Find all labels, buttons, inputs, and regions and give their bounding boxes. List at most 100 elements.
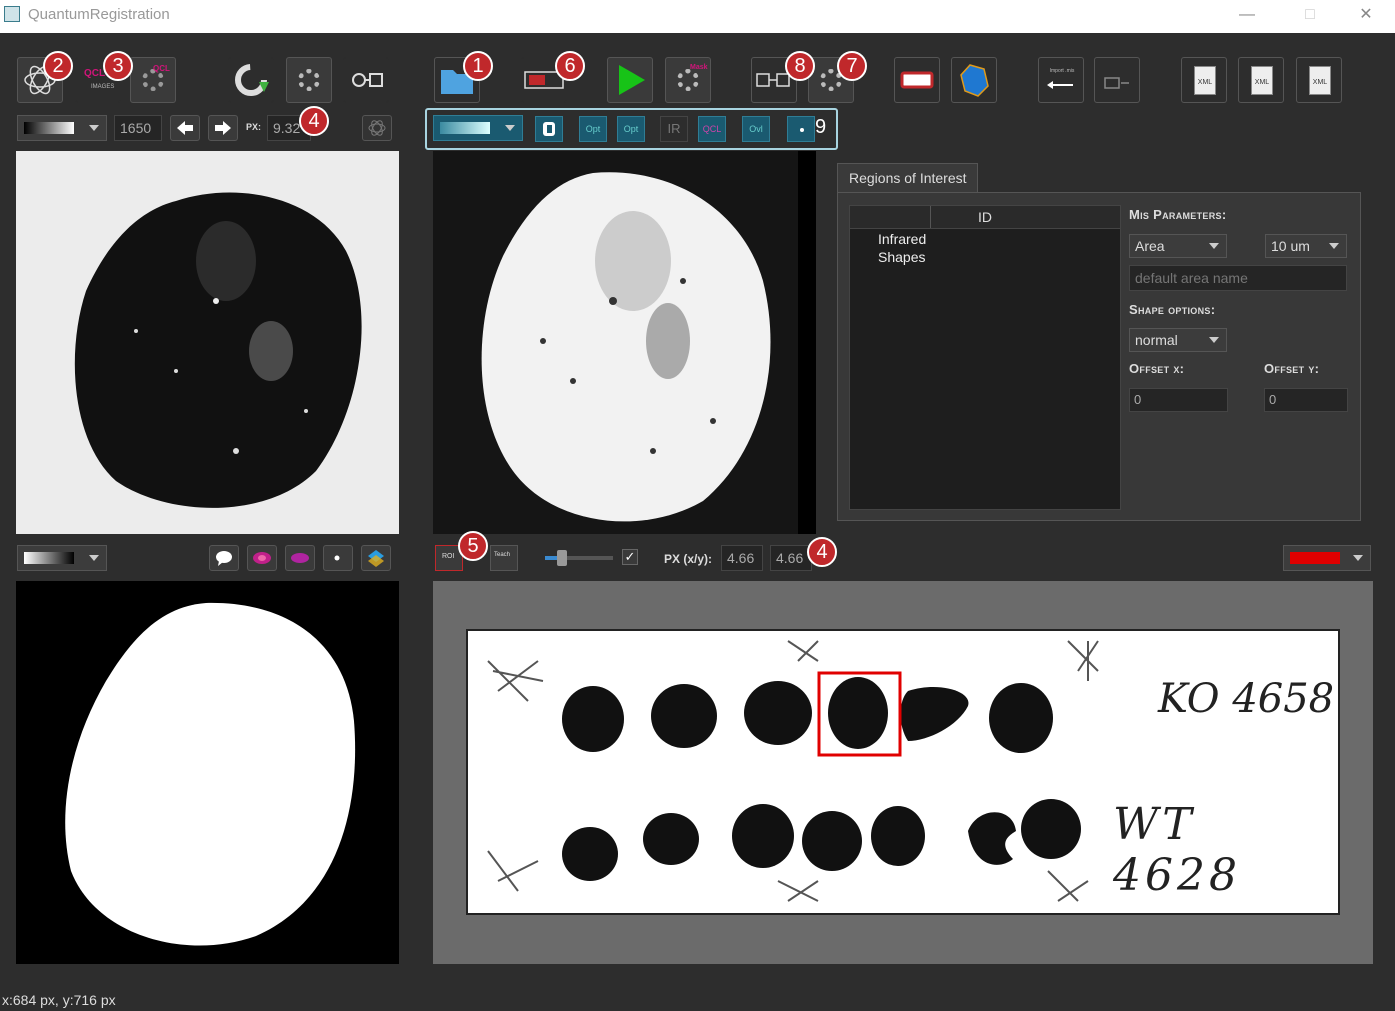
- mask-settings-button[interactable]: Mask: [665, 57, 711, 103]
- roi-tree[interactable]: ID Infrared Shapes: [849, 205, 1121, 510]
- slide-label-top: KO 4658: [1158, 676, 1335, 722]
- link-shapes-button[interactable]: [343, 57, 389, 103]
- import-mis-button[interactable]: Import .mis: [1038, 57, 1084, 103]
- gear-icon: [298, 69, 320, 91]
- blob-icon: [291, 553, 309, 563]
- slide-label-bottom: WT 4628: [1113, 799, 1241, 901]
- opt-button[interactable]: Opt: [579, 116, 607, 142]
- area-select-value: Area: [1135, 238, 1165, 254]
- header-divider: [930, 206, 931, 228]
- slice-input[interactable]: 1650: [114, 115, 162, 141]
- id-column-header: ID: [978, 209, 992, 225]
- px-xy-label: PX (x/y):: [664, 552, 713, 566]
- record-button[interactable]: [894, 57, 940, 103]
- arrow-right-icon: [215, 121, 231, 135]
- chevron-down-icon: [1209, 243, 1219, 249]
- next-button[interactable]: [208, 115, 238, 141]
- qcl-settings-label: QCL: [153, 64, 170, 73]
- blob-icon: [253, 552, 271, 564]
- bubble-button[interactable]: [209, 545, 239, 571]
- mask-colormap-select[interactable]: [17, 545, 107, 571]
- overlay-button[interactable]: Ovl: [742, 116, 770, 142]
- mis-parameters-label: Mis Parameters:: [1129, 207, 1227, 222]
- badge-3: 3: [103, 51, 133, 81]
- minimize-button[interactable]: —: [1232, 4, 1262, 26]
- blob-purple-button[interactable]: [285, 545, 315, 571]
- maximize-button[interactable]: □: [1295, 4, 1325, 26]
- record-icon: [900, 71, 934, 89]
- area-select[interactable]: Area: [1129, 234, 1227, 258]
- export-shape-icon: [1104, 77, 1129, 89]
- contrast-button[interactable]: [535, 116, 563, 142]
- area-name-input[interactable]: [1129, 265, 1347, 291]
- colormap-gradient: [440, 122, 490, 134]
- ir-button[interactable]: IR: [660, 116, 688, 142]
- opt2-button[interactable]: Opt: [617, 116, 645, 142]
- blob-magenta-button[interactable]: [247, 545, 277, 571]
- run-button[interactable]: [607, 57, 653, 103]
- xml-export-button[interactable]: XML: [1181, 57, 1227, 103]
- size-select[interactable]: 10 um: [1265, 234, 1347, 258]
- contrast-icon: [543, 122, 555, 136]
- close-button[interactable]: ✕: [1351, 4, 1381, 26]
- polygon-button[interactable]: [951, 57, 997, 103]
- drop-icon: [800, 128, 804, 132]
- xml-export-2-button[interactable]: XML: [1238, 57, 1284, 103]
- settings-button[interactable]: [286, 57, 332, 103]
- roi-color-select[interactable]: [1283, 545, 1371, 571]
- tree-item-infrared[interactable]: Infrared: [878, 231, 926, 247]
- qcl-channel-button[interactable]: QCL: [698, 116, 726, 142]
- px-x-input[interactable]: 4.66: [721, 545, 763, 571]
- colormap-gradient: [24, 122, 74, 134]
- gear-icon: [677, 69, 699, 91]
- layers-button[interactable]: [361, 545, 391, 571]
- offset-y-input[interactable]: 0: [1264, 388, 1348, 412]
- shape-select[interactable]: normal: [1129, 328, 1227, 352]
- qcl-images-sublabel: IMAGES: [91, 84, 115, 90]
- link-icon: [352, 73, 383, 87]
- slider-handle[interactable]: [557, 550, 567, 566]
- qcl-image[interactable]: [16, 151, 399, 534]
- mask-image[interactable]: [16, 581, 399, 964]
- tab-regions-of-interest[interactable]: Regions of Interest: [837, 163, 978, 193]
- tree-item-shapes[interactable]: Shapes: [878, 249, 925, 265]
- px-label: PX:: [246, 122, 262, 132]
- qcl-settings-button[interactable]: QCL: [130, 57, 176, 103]
- offset-x-input[interactable]: 0: [1129, 388, 1228, 412]
- arrow-left-icon: [1047, 81, 1073, 89]
- slide-overview[interactable]: KO 4658 WT 4628: [433, 581, 1373, 964]
- ir-image[interactable]: [433, 151, 816, 534]
- window-title: QuantumRegistration: [28, 6, 170, 23]
- atom-icon: [368, 120, 386, 136]
- drop-button[interactable]: [323, 545, 353, 571]
- shape-options-label: Shape options:: [1129, 302, 1216, 317]
- mask-shape: [65, 602, 356, 946]
- refresh-button[interactable]: [228, 57, 274, 103]
- badge-9: 9: [815, 116, 827, 138]
- opacity-slider[interactable]: [545, 550, 613, 566]
- teach-button[interactable]: Teach: [490, 545, 518, 571]
- badge-4: 4: [299, 106, 329, 136]
- badge-7: 7: [837, 51, 867, 81]
- colormap-select[interactable]: [17, 115, 107, 141]
- tab-label: Regions of Interest: [849, 170, 967, 186]
- prev-button[interactable]: [170, 115, 200, 141]
- qcl-small-button[interactable]: [362, 115, 392, 141]
- drop-icon: [334, 555, 340, 561]
- point-button[interactable]: [787, 116, 815, 142]
- export-mis-button[interactable]: [1094, 57, 1140, 103]
- xml-file-icon: XML: [1251, 66, 1273, 95]
- xml-import-button[interactable]: XML: [1296, 57, 1342, 103]
- status-coords: x:684 px, y:716 px: [2, 992, 116, 1008]
- px-y-input[interactable]: 4.66: [770, 545, 812, 571]
- badge-5: 5: [458, 531, 488, 561]
- overlay-checkbox[interactable]: ✓: [622, 549, 638, 565]
- xml-import-icon: XML: [1309, 66, 1331, 95]
- layers-icon: [368, 550, 384, 567]
- roi-label: ROI: [442, 553, 455, 560]
- slide: KO 4658 WT 4628: [466, 629, 1340, 915]
- shape-select-value: normal: [1135, 332, 1178, 348]
- size-select-value: 10 um: [1271, 238, 1310, 254]
- ir-colormap-select[interactable]: [433, 115, 523, 141]
- badge-4-second: 4: [807, 537, 837, 567]
